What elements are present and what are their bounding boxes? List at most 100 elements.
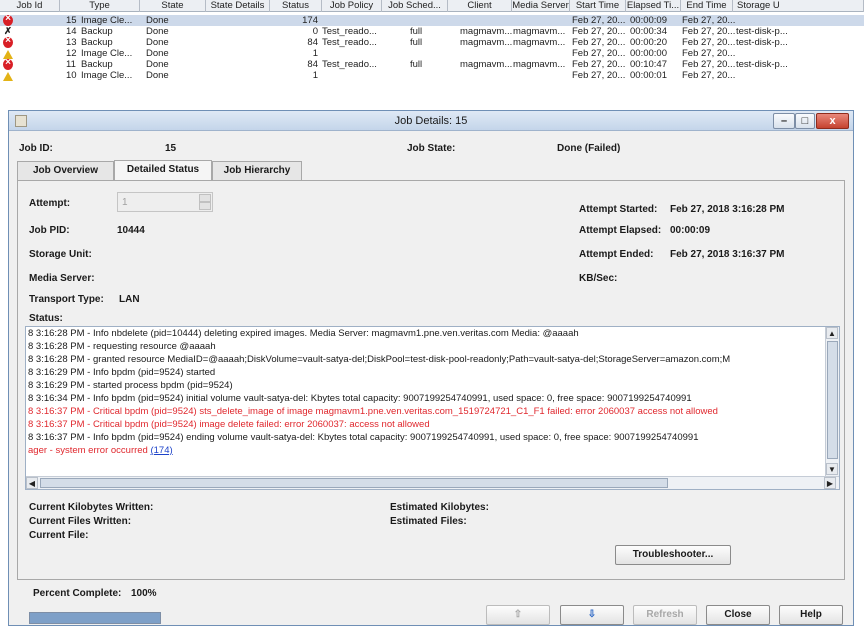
- attempt-spinner[interactable]: 1: [117, 192, 213, 212]
- cell-policy: Test_reado...: [322, 26, 377, 37]
- column-header[interactable]: Storage U: [733, 0, 864, 12]
- refresh-button[interactable]: Refresh: [633, 605, 697, 625]
- column-header[interactable]: Job Id: [0, 0, 60, 12]
- current-kb-written-label: Current Kilobytes Written:: [29, 502, 154, 513]
- vertical-scrollbar[interactable]: ▲ ▼: [825, 327, 839, 477]
- table-row[interactable]: 11 Backup Done 84 Test_reado... full mag…: [0, 59, 864, 70]
- column-header[interactable]: Elapsed Ti...: [626, 0, 681, 12]
- cell-schedule: full: [410, 59, 423, 70]
- spinner-down-button[interactable]: [199, 202, 211, 210]
- error-icon: [3, 15, 13, 26]
- cell-state: Done: [146, 70, 169, 81]
- cell-type: Image Cle...: [81, 48, 133, 59]
- tab-job-hierarchy[interactable]: Job Hierarchy: [212, 161, 302, 181]
- log-line: 8 3:16:28 PM - granted resource MediaID=…: [28, 354, 731, 365]
- cell-state: Done: [146, 48, 169, 59]
- tab-detailed-status[interactable]: Detailed Status: [114, 160, 212, 181]
- cell-elapsed: 00:00:01: [630, 70, 667, 81]
- scroll-thumb-vertical[interactable]: [827, 341, 838, 459]
- maximize-button[interactable]: □: [795, 113, 815, 129]
- cell-policy: Test_reado...: [322, 37, 377, 48]
- column-header[interactable]: State Details: [206, 0, 270, 12]
- cell-start-time: Feb 27, 20...: [572, 26, 626, 37]
- scroll-thumb-horizontal[interactable]: [40, 478, 668, 488]
- minimize-button[interactable]: –: [773, 113, 795, 129]
- job-id-label: Job ID:: [19, 143, 53, 154]
- job-table-header: Job Id Type State State Details Status J…: [0, 0, 864, 12]
- column-header[interactable]: Type: [60, 0, 140, 12]
- cell-state: Done: [146, 15, 169, 26]
- attempt-elapsed-value: 00:00:09: [670, 225, 711, 236]
- scroll-left-icon[interactable]: ◀: [26, 477, 38, 489]
- column-header[interactable]: End Time: [681, 0, 733, 12]
- cell-elapsed: 00:00:20: [630, 37, 667, 48]
- running-icon: ✗: [4, 26, 12, 37]
- column-header[interactable]: Job Policy: [322, 0, 382, 12]
- attempt-ended-value: Feb 27, 2018 3:16:37 PM: [670, 249, 785, 260]
- cell-start-time: Feb 27, 20...: [572, 37, 626, 48]
- storage-unit-label: Storage Unit:: [29, 249, 92, 260]
- tab-job-overview[interactable]: Job Overview: [17, 161, 114, 181]
- close-window-button[interactable]: x: [816, 113, 849, 129]
- table-row[interactable]: 12 Image Cle... Done 1 Feb 27, 20... 00:…: [0, 48, 864, 59]
- table-row[interactable]: 10 Image Cle... Done 1 Feb 27, 20... 00:…: [0, 70, 864, 81]
- current-files-written-label: Current Files Written:: [29, 516, 132, 527]
- table-row[interactable]: ✗ 14 Backup Done 0 Test_reado... full ma…: [0, 26, 864, 37]
- column-header[interactable]: State: [140, 0, 206, 12]
- column-header[interactable]: Media Server: [512, 0, 570, 12]
- log-last-text: ager - system error occurred: [28, 445, 148, 456]
- log-line-critical: 8 3:16:37 PM - Critical bpdm (pid=9524) …: [28, 406, 718, 417]
- scroll-down-icon[interactable]: ▼: [826, 463, 838, 475]
- transport-type-value: LAN: [119, 294, 140, 305]
- cell-client: magmavm...: [460, 26, 513, 37]
- cell-state: Done: [146, 59, 169, 70]
- attempt-label: Attempt:: [29, 198, 71, 209]
- next-attempt-button[interactable]: ⇩: [560, 605, 624, 625]
- scroll-right-icon[interactable]: ▶: [824, 477, 836, 489]
- cell-client: magmavm...: [460, 37, 513, 48]
- job-state-value: Done (Failed): [557, 143, 621, 154]
- dialog-titlebar[interactable]: Job Details: 15 – □ x: [9, 111, 853, 131]
- cell-schedule: full: [410, 26, 423, 37]
- status-log[interactable]: 8 3:16:28 PM - Info nbdelete (pid=10444)…: [25, 326, 840, 490]
- help-button[interactable]: Help: [779, 605, 843, 625]
- cell-elapsed: 00:00:09: [630, 15, 667, 26]
- cell-end-time: Feb 27, 20...: [682, 70, 736, 81]
- troubleshooter-button[interactable]: Troubleshooter...: [615, 545, 731, 565]
- log-line: 8 3:16:29 PM - Info bpdm (pid=9524) star…: [28, 367, 216, 378]
- cell-elapsed: 00:00:34: [630, 26, 667, 37]
- column-header[interactable]: Job Sched...: [382, 0, 448, 12]
- column-header[interactable]: Start Time: [570, 0, 626, 12]
- cell-storage-unit: test-disk-p...: [736, 26, 788, 37]
- cell-job-id: 12: [66, 48, 77, 59]
- close-button[interactable]: Close: [706, 605, 770, 625]
- estimated-kb-label: Estimated Kilobytes:: [390, 502, 489, 513]
- error-icon: [3, 59, 13, 70]
- table-row[interactable]: 15 Image Cle... Done 174 Feb 27, 20... 0…: [0, 15, 864, 26]
- dialog-title: Job Details: 15: [394, 115, 468, 127]
- table-row[interactable]: 13 Backup Done 84 Test_reado... full mag…: [0, 37, 864, 48]
- cell-start-time: Feb 27, 20...: [572, 70, 626, 81]
- scroll-up-icon[interactable]: ▲: [826, 327, 838, 339]
- attempt-value: 1: [122, 197, 128, 208]
- previous-attempt-button[interactable]: ⇧: [486, 605, 550, 625]
- cell-storage-unit: test-disk-p...: [736, 37, 788, 48]
- log-line: 8 3:16:28 PM - Info nbdelete (pid=10444)…: [28, 328, 579, 339]
- column-header[interactable]: Status: [270, 0, 322, 12]
- cell-status: 84: [307, 37, 318, 48]
- spinner-up-button[interactable]: [199, 194, 211, 202]
- status-code-link[interactable]: (174): [150, 445, 172, 456]
- cell-media-server: magmavm...: [513, 37, 566, 48]
- transport-type-label: Transport Type:: [29, 294, 104, 305]
- cell-job-id: 11: [66, 59, 76, 70]
- attempt-ended-label: Attempt Ended:: [579, 249, 654, 260]
- job-pid-value: 10444: [117, 225, 145, 236]
- job-pid-label: Job PID:: [29, 225, 70, 236]
- horizontal-scrollbar[interactable]: ◀ ▶: [26, 476, 839, 489]
- column-header[interactable]: Client: [448, 0, 512, 12]
- cell-status: 174: [302, 15, 318, 26]
- cell-start-time: Feb 27, 20...: [572, 59, 626, 70]
- cell-status: 84: [307, 59, 318, 70]
- cell-media-server: magmavm...: [513, 59, 566, 70]
- status-label: Status:: [29, 313, 63, 324]
